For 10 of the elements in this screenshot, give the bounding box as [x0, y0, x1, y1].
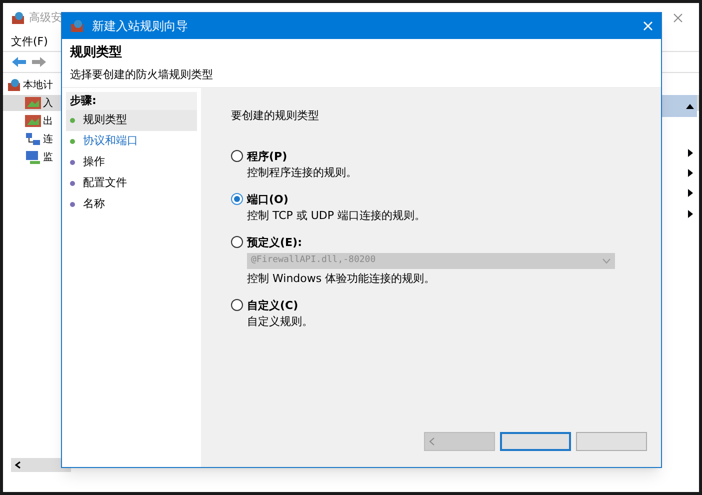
prompt-text: 要创建的规则类型 — [231, 108, 320, 124]
dialog-title: 新建入站规则向导 — [92, 18, 188, 35]
option-description: 控制 Windows 体验功能连接的规则。 — [247, 271, 436, 287]
page-heading: 规则类型 — [70, 44, 123, 62]
option-description: 自定义规则。 — [247, 314, 314, 330]
page-subheading: 选择要创建的防火墙规则类型 — [70, 66, 214, 82]
option-description: 控制 TCP 或 UDP 端口连接的规则。 — [247, 208, 427, 224]
option-description: 控制程序连接的规则。 — [247, 165, 358, 181]
steps-title: 步骤: — [66, 92, 197, 110]
window-title: 高级安 — [29, 10, 62, 26]
